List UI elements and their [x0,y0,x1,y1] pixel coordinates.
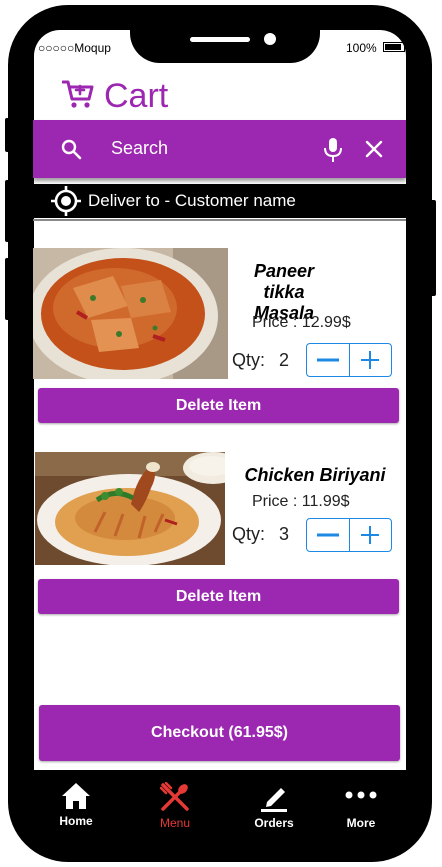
speaker [190,37,250,42]
nav-orders[interactable]: Orders [239,778,309,830]
decrease-button[interactable] [307,344,349,376]
chicken-biriyani-image [35,452,225,565]
increase-button[interactable] [348,344,392,376]
camera [264,33,276,45]
home-icon [61,778,91,810]
fork-spoon-icon [160,778,190,812]
nav-label-orders: Orders [254,816,294,830]
quantity-stepper [306,518,392,552]
page-title: Cart [104,77,169,115]
delete-item-button[interactable]: Delete Item [38,579,399,614]
item-price: Price : 12.99$ [252,314,351,331]
pencil-icon [259,778,289,812]
cart-header: Cart [61,76,169,116]
plus-icon [361,526,380,544]
close-icon[interactable] [365,140,383,163]
nav-menu[interactable]: Menu [140,778,210,830]
search-input[interactable]: Search [111,138,168,159]
minus-icon [316,358,339,362]
microphone-icon[interactable] [323,137,343,168]
location-target-icon [51,186,81,221]
decrease-button[interactable] [307,519,349,551]
nav-more[interactable]: More [326,778,396,830]
cart-icon [61,79,94,114]
paneer-tikka-image [33,248,228,379]
nav-label-menu: Menu [159,816,191,830]
deliver-to-bar[interactable]: Deliver to - Customer name [33,184,406,218]
search-icon[interactable] [61,139,82,165]
status-carrier: ○○○○○Moqup [38,41,111,55]
delete-item-button[interactable]: Delete Item [38,388,399,423]
minus-icon [316,533,339,537]
nav-label-home: Home [59,814,93,828]
more-dots-icon [345,778,377,812]
nav-home[interactable]: Home [41,778,111,828]
item-name: Chicken Biriyani [244,465,386,485]
increase-button[interactable] [348,519,392,551]
qty-label: Qty: [232,524,266,544]
battery-icon [383,42,405,52]
nav-label-more: More [346,816,376,830]
notch [130,5,320,63]
qty-label: Qty: [232,350,266,370]
checkout-button[interactable]: Checkout (61.95$) [39,705,400,761]
status-battery-text: 100% [346,41,377,55]
plus-icon [361,351,380,369]
item-price: Price : 11.99$ [252,493,350,510]
qty-value: 3 [279,524,290,544]
qty-value: 2 [279,350,290,370]
quantity-stepper [306,343,392,377]
divider [33,219,406,221]
deliver-to-label: Deliver to - Customer name [88,191,296,210]
search-bar[interactable]: Search [33,120,406,178]
